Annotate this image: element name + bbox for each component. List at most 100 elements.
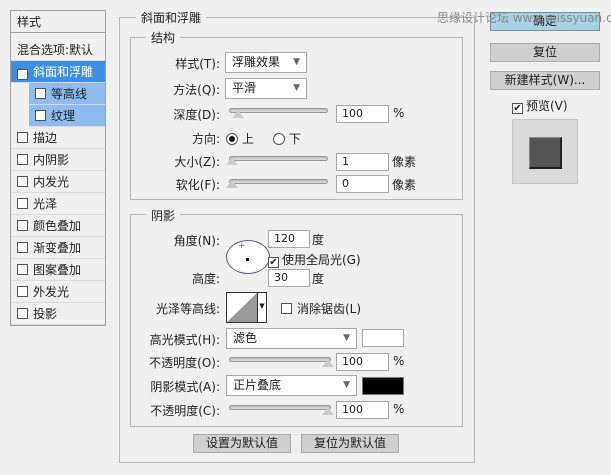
depth-input[interactable]: 100 [336, 105, 389, 123]
style-select[interactable]: 浮雕效果 ▼ [225, 52, 307, 73]
chevron-down-icon: ▼ [293, 57, 300, 67]
structure-title: 结构 [146, 29, 181, 46]
chevron-down-icon: ▼ [343, 333, 350, 343]
shadow-color-swatch[interactable] [362, 377, 404, 395]
sidebar-item-label: 斜面和浮雕 [33, 65, 94, 79]
direction-up-label: 上 [241, 132, 254, 146]
altitude-label: 高度: [191, 272, 220, 286]
preview-checkbox[interactable]: ✔ 预览(V) [512, 97, 568, 114]
group-title: 斜面和浮雕 [136, 9, 207, 26]
method-label: 方法(Q): [173, 83, 220, 97]
sidebar-item[interactable]: 光泽 [11, 193, 105, 215]
sidebar-item[interactable]: 内发光 [11, 171, 105, 193]
highlight-mode-value: 滤色 [233, 331, 258, 345]
style-value: 浮雕效果 [232, 55, 281, 69]
checkbox-icon[interactable] [17, 242, 28, 253]
sidebar-item[interactable]: 渐变叠加 [11, 237, 105, 259]
checkbox-icon[interactable] [17, 264, 28, 275]
checkbox-icon[interactable] [17, 176, 28, 187]
depth-unit: % [393, 106, 405, 120]
highlight-opacity-thumb[interactable] [322, 359, 334, 367]
antialias-label: 消除锯齿(L) [297, 302, 362, 316]
shadow-opacity-slider[interactable] [229, 405, 331, 410]
size-unit: 像素 [392, 155, 417, 169]
soften-unit: 像素 [392, 178, 417, 192]
method-select[interactable]: 平滑 ▼ [225, 78, 307, 99]
sidebar-item[interactable]: 纹理 [29, 105, 105, 127]
sidebar-item[interactable]: 内阴影 [11, 149, 105, 171]
checkbox-icon[interactable] [17, 132, 28, 143]
checkbox-checked-icon[interactable]: ✔ [17, 69, 28, 80]
method-value: 平滑 [232, 81, 257, 95]
reset-button[interactable]: 复位 [490, 43, 600, 62]
sidebar-item[interactable]: 外发光 [11, 281, 105, 303]
chevron-down-icon: ▼ [343, 380, 350, 390]
sidebar-item[interactable]: 等高线 [29, 83, 105, 105]
shadow-opacity-input[interactable]: 100 [336, 401, 389, 419]
sidebar-item-label: 渐变叠加 [33, 241, 82, 255]
highlight-opacity-input[interactable]: 100 [336, 353, 389, 371]
preview-square [529, 137, 562, 169]
highlight-mode-select[interactable]: 滤色 ▼ [226, 328, 357, 349]
size-label: 大小(Z): [174, 155, 220, 169]
make-default-button[interactable]: 设置为默认值 [193, 434, 291, 453]
altitude-input[interactable]: 30 [268, 269, 310, 287]
sidebar-item-label: 光泽 [33, 197, 58, 211]
sidebar-item[interactable]: 图案叠加 [11, 259, 105, 281]
depth-label: 深度(D): [173, 108, 220, 122]
depth-slider-thumb[interactable] [232, 110, 244, 118]
shading-title: 阴影 [146, 207, 181, 224]
shadow-opacity-thumb[interactable] [322, 407, 334, 415]
checkbox-icon[interactable] [35, 88, 46, 99]
sidebar-item[interactable]: 颜色叠加 [11, 215, 105, 237]
sidebar-item[interactable]: 描边 [11, 127, 105, 149]
radio-icon [273, 133, 285, 145]
direction-down-label: 下 [288, 132, 301, 146]
size-slider[interactable] [229, 156, 328, 161]
direction-label: 方向: [191, 132, 220, 146]
style-preview [512, 119, 578, 184]
angle-input[interactable]: 120 [268, 230, 310, 248]
global-light-checkbox[interactable]: ✔ 使用全局光(G) [268, 251, 361, 268]
sidebar-item[interactable]: 投影 [11, 303, 105, 325]
shadow-mode-select[interactable]: 正片叠底 ▼ [226, 375, 357, 396]
highlight-color-swatch[interactable] [362, 329, 404, 347]
highlight-opacity-slider[interactable] [229, 357, 331, 362]
angle-unit: 度 [312, 233, 325, 247]
watermark: 思缘设计论坛 www.missyuan.com [437, 11, 611, 25]
shadow-mode-value: 正片叠底 [233, 378, 282, 392]
angle-dial[interactable]: + [226, 240, 270, 274]
sidebar-item-label: 投影 [33, 307, 58, 321]
style-label: 样式(T): [175, 57, 220, 71]
sidebar-item[interactable]: ✔ 斜面和浮雕 [11, 61, 105, 83]
gloss-contour-picker[interactable]: ▼ [226, 292, 267, 323]
checkbox-icon[interactable] [17, 308, 28, 319]
sidebar-item-label: 内阴影 [33, 153, 70, 167]
size-slider-thumb[interactable] [226, 157, 238, 165]
reset-default-button[interactable]: 复位为默认值 [301, 434, 399, 453]
new-style-button[interactable]: 新建样式(W)... [490, 71, 600, 90]
sidebar-item-label: 纹理 [51, 109, 76, 123]
preview-label: 预览(V) [526, 99, 568, 113]
checkbox-icon[interactable] [17, 220, 28, 231]
shadow-opacity-unit: % [393, 402, 405, 416]
antialias-checkbox[interactable]: 消除锯齿(L) [281, 300, 361, 317]
soften-input[interactable]: 0 [336, 175, 389, 193]
checkbox-checked-icon: ✔ [512, 103, 523, 114]
checkbox-icon[interactable] [35, 110, 46, 121]
soften-slider-thumb[interactable] [226, 180, 238, 188]
chevron-down-icon: ▼ [293, 83, 300, 93]
size-input[interactable]: 1 [336, 153, 389, 171]
blending-options[interactable]: 混合选项:默认 [11, 39, 105, 61]
sidebar-item-label: 内发光 [33, 175, 70, 189]
caret-down-icon: ▼ [257, 293, 266, 322]
direction-up-radio[interactable]: 上 [226, 130, 254, 147]
direction-down-radio[interactable]: 下 [273, 130, 301, 147]
checkbox-checked-icon: ✔ [268, 257, 279, 268]
radio-icon [226, 133, 238, 145]
checkbox-icon[interactable] [17, 286, 28, 297]
checkbox-icon[interactable] [17, 198, 28, 209]
checkbox-icon[interactable] [17, 154, 28, 165]
soften-slider[interactable] [229, 179, 328, 184]
sidebar-item-label: 等高线 [51, 87, 88, 101]
